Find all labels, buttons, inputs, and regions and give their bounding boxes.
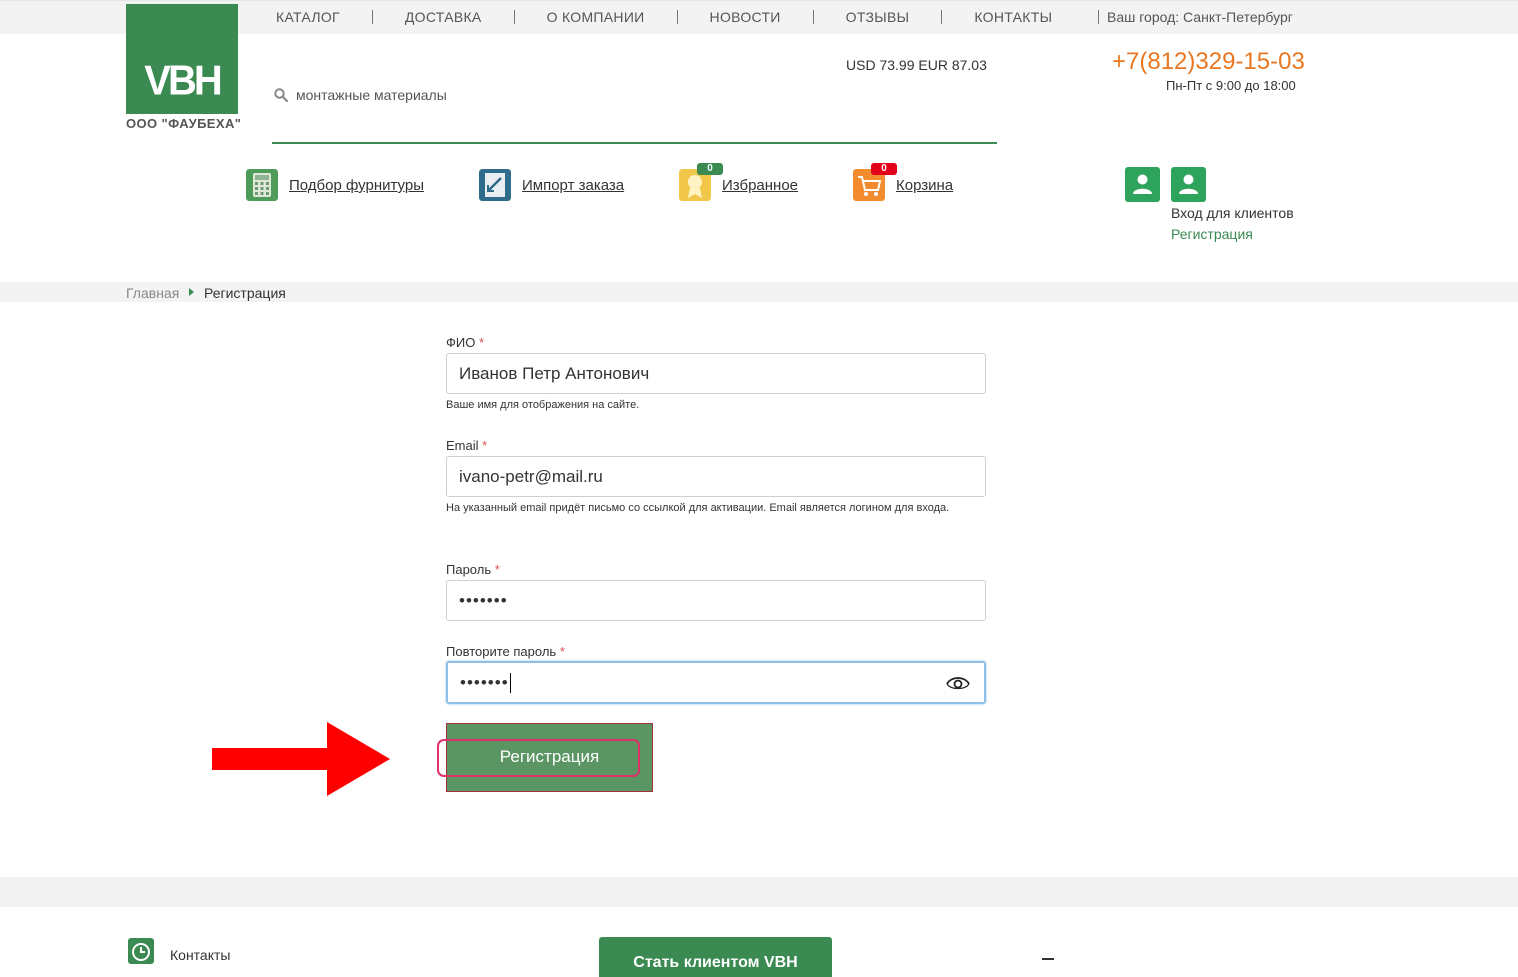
city-selector[interactable]: Ваш город: Санкт-Петербург xyxy=(1098,10,1293,24)
password-label: Пароль * xyxy=(446,562,500,577)
working-hours: Пн-Пт с 9:00 до 18:00 xyxy=(1166,78,1296,93)
arrow-icon xyxy=(212,722,390,796)
confirm-label-text: Повторите пароль xyxy=(446,644,557,659)
confirm-password-field[interactable]: ••••••• xyxy=(446,661,986,704)
footer-divider xyxy=(1042,958,1054,960)
confirm-password-label: Повторите пароль * xyxy=(446,644,565,659)
favorites-link[interactable]: Избранное xyxy=(722,177,798,194)
nav-reviews[interactable]: ОТЗЫВЫ xyxy=(814,10,943,24)
password-label-text: Пароль xyxy=(446,562,492,577)
phone-number[interactable]: +7(812)329-15-03 xyxy=(1112,48,1305,76)
calculator-icon[interactable] xyxy=(246,169,278,201)
footer-band xyxy=(0,877,1518,907)
import-order-link[interactable]: Импорт заказа xyxy=(522,177,624,194)
name-label: ФИО * xyxy=(446,335,484,350)
cart-count-badge: 0 xyxy=(871,163,897,175)
nav-news[interactable]: НОВОСТИ xyxy=(678,10,814,24)
favorites-count-badge: 0 xyxy=(697,163,723,175)
email-label: Email * xyxy=(446,438,487,453)
eye-icon[interactable] xyxy=(946,674,970,692)
password-field[interactable]: ••••••• xyxy=(446,580,986,621)
confirm-password-value: ••••••• xyxy=(460,672,509,692)
required-mark: * xyxy=(482,438,488,453)
logo[interactable]: VBH xyxy=(126,4,238,114)
nav-about[interactable]: О КОМПАНИИ xyxy=(515,10,678,24)
required-mark: * xyxy=(559,644,565,659)
breadcrumb-home[interactable]: Главная xyxy=(126,285,179,301)
name-label-text: ФИО xyxy=(446,335,476,350)
search-input[interactable] xyxy=(296,82,976,108)
nav-contacts[interactable]: КОНТАКТЫ xyxy=(942,10,1084,24)
clock-icon xyxy=(128,938,154,964)
name-value: Иванов Петр Антонович xyxy=(459,363,650,383)
required-mark: * xyxy=(494,562,500,577)
breadcrumb-separator-icon xyxy=(189,288,194,296)
footer-contacts[interactable]: Контакты xyxy=(170,947,230,963)
name-field[interactable]: Иванов Петр Антонович xyxy=(446,353,986,394)
nav-catalog[interactable]: КАТАЛОГ xyxy=(244,10,373,24)
register-user-button[interactable] xyxy=(1171,167,1206,202)
fittings-link[interactable]: Подбор фурнитуры xyxy=(289,177,424,194)
required-mark: * xyxy=(478,335,485,350)
logo-text: VBH xyxy=(144,57,222,105)
text-cursor xyxy=(509,672,511,693)
login-user-button[interactable] xyxy=(1125,167,1160,202)
search-bar xyxy=(272,82,997,144)
nav-delivery[interactable]: ДОСТАВКА xyxy=(373,10,515,24)
breadcrumb-current: Регистрация xyxy=(204,285,286,301)
company-name: ООО "ФАУБЕХА" xyxy=(126,116,242,131)
highlight-frame xyxy=(437,739,640,777)
user-icon xyxy=(1179,174,1198,194)
register-link[interactable]: Регистрация xyxy=(1171,226,1253,242)
login-link[interactable]: Вход для клиентов xyxy=(1171,205,1294,221)
email-hint: На указанный email придёт письмо со ссыл… xyxy=(446,502,950,514)
become-client-button[interactable]: Стать клиентом VBH xyxy=(599,937,832,977)
cart-link[interactable]: Корзина xyxy=(896,177,953,194)
password-value: ••••••• xyxy=(459,590,508,610)
email-field[interactable]: ivano-petr@mail.ru xyxy=(446,456,986,497)
email-label-text: Email xyxy=(446,438,479,453)
import-icon[interactable] xyxy=(479,169,511,201)
name-hint: Ваше имя для отображения на сайте. xyxy=(446,399,640,411)
email-value: ivano-petr@mail.ru xyxy=(459,466,603,486)
currency-rates: USD 73.99 EUR 87.03 xyxy=(846,57,987,73)
top-nav: КАТАЛОГ ДОСТАВКА О КОМПАНИИ НОВОСТИ ОТЗЫ… xyxy=(244,0,1084,34)
user-icon xyxy=(1133,174,1152,194)
search-icon[interactable] xyxy=(274,88,288,102)
